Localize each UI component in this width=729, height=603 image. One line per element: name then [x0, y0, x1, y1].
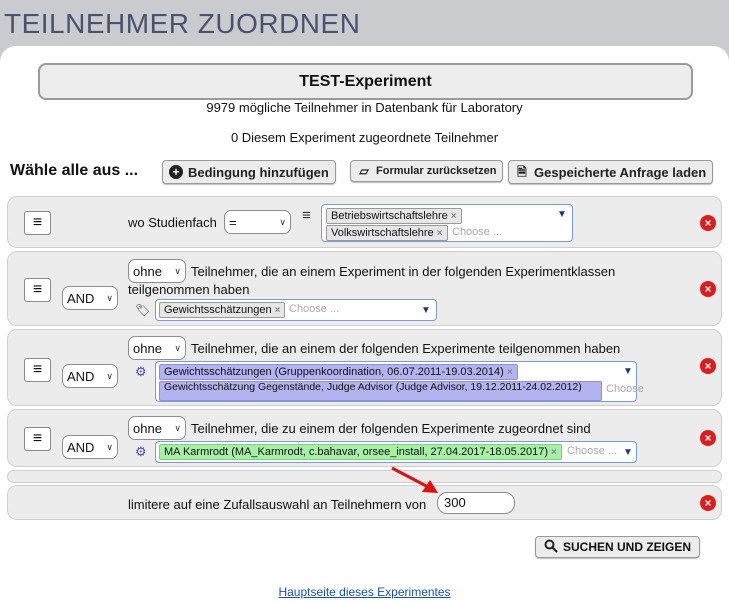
tag-label: Gewichtsschätzungen — [164, 304, 272, 316]
delete-condition-icon[interactable]: × — [700, 215, 716, 231]
dropdown-caret-icon[interactable]: ▼ — [623, 447, 633, 458]
tag-icon: 🏷 — [135, 303, 151, 317]
experiment-multiselect[interactable]: Gewichtsschätzungen (Gruppenkoordination… — [155, 361, 644, 402]
operator-value: = — [229, 214, 237, 230]
condition-row-studienfach: ≡ wo Studienfach = ∨ ≡ Betriebswirtschaf… — [7, 196, 722, 248]
empty-condition-row — [7, 470, 722, 483]
assigned-experiment-multiselect[interactable]: MA Karmrodt (MA_Karmrodt, c.bahavar, ors… — [155, 441, 637, 463]
choose-placeholder: Choose — [606, 383, 644, 395]
search-button-label: SUCHEN UND ZEIGEN — [563, 540, 692, 554]
add-condition-label: Bedingung hinzufügen — [188, 164, 329, 180]
load-query-label: Gespeicherte Anfrage laden — [534, 164, 707, 180]
logic-value: AND — [67, 290, 95, 306]
chevron-down-icon: ∨ — [174, 422, 181, 433]
delete-condition-icon[interactable]: × — [700, 281, 716, 297]
logic-select[interactable]: AND ∨ — [62, 286, 118, 310]
tag-item[interactable]: Gewichtsschätzungen × — [159, 302, 286, 318]
reset-form-button[interactable]: ▱ Formular zurücksetzen — [350, 160, 504, 182]
list-icon: ≡ — [302, 207, 311, 224]
modifier-value: ohne — [133, 420, 162, 436]
condition-prefix: wo Studienfach — [128, 215, 217, 230]
experimentclass-multiselect[interactable]: Gewichtsschätzungen × Choose ... ▼ — [155, 299, 437, 321]
tag-label: Gewichtsschätzungen (Gruppenkoordination… — [164, 366, 504, 378]
choose-placeholder: Choose ... — [567, 445, 618, 457]
tag-label: MA Karmrodt (MA_Karmrodt, c.bahavar, ors… — [164, 446, 548, 458]
chevron-down-icon: ∨ — [106, 441, 113, 452]
reset-form-label: Formular zurücksetzen — [376, 165, 497, 177]
chevron-down-icon: ∨ — [279, 216, 286, 227]
studienfach-multiselect[interactable]: Betriebswirtschaftslehre × Volkswirtschaf… — [321, 204, 573, 242]
delete-condition-icon[interactable]: × — [700, 495, 716, 511]
condition-text: Teilnehmer, die an einem der folgenden E… — [191, 341, 621, 356]
chevron-down-icon: ∨ — [106, 370, 113, 381]
logic-select[interactable]: AND ∨ — [62, 435, 118, 459]
search-icon — [544, 539, 558, 556]
gear-icon: ⚙ — [135, 364, 147, 379]
modifier-select[interactable]: ohne ∨ — [128, 416, 186, 440]
tag-item[interactable]: Betriebswirtschaftslehre × — [326, 208, 462, 224]
limit-label: limitere auf eine Zufallsauswahl an Teil… — [128, 497, 427, 512]
condition-row-experimentklassen: ≡ AND ∨ ohne ∨ Teilnehmer, die an einem … — [7, 251, 722, 326]
plus-icon: + — [169, 165, 183, 179]
tag-item[interactable]: MA Karmrodt (MA_Karmrodt, c.bahavar, ors… — [159, 444, 562, 460]
hamburger-icon[interactable]: ≡ — [24, 278, 51, 302]
condition-text: Teilnehmer, die an einem Experiment in d… — [128, 264, 616, 297]
delete-condition-icon[interactable]: × — [700, 430, 716, 446]
choose-placeholder: Choose ... — [289, 303, 340, 315]
condition-text: Teilnehmer, die zu einem der folgenden E… — [191, 421, 591, 436]
modifier-select[interactable]: ohne ∨ — [128, 336, 186, 360]
tag-remove-icon[interactable]: × — [507, 367, 513, 378]
limit-input[interactable]: 300 — [437, 492, 515, 514]
logic-select[interactable]: AND ∨ — [62, 364, 118, 388]
condition-row-experimente: ≡ AND ∨ ohne ∨ Teilnehmer, die an einem … — [7, 329, 722, 406]
hamburger-icon[interactable]: ≡ — [24, 358, 51, 382]
dropdown-caret-icon[interactable]: ▼ — [557, 209, 567, 220]
experiment-title: TEST-Experiment — [38, 63, 693, 100]
search-and-show-button[interactable]: SUCHEN UND ZEIGEN — [535, 536, 701, 558]
chevron-down-icon: ∨ — [174, 342, 181, 353]
eraser-icon: ▱ — [359, 164, 369, 178]
tag-remove-icon[interactable]: × — [451, 211, 457, 222]
hamburger-icon[interactable]: ≡ — [24, 427, 51, 451]
tag-item[interactable]: Gewichtsschätzungen (Gruppenkoordination… — [159, 364, 518, 380]
select-all-label: Wähle alle aus ... — [10, 162, 139, 179]
logic-value: AND — [67, 368, 95, 384]
logic-value: AND — [67, 439, 95, 455]
red-arrow-annotation — [391, 466, 438, 493]
assigned-participants-info: 0 Diesem Experiment zugeordnete Teilnehm… — [230, 130, 499, 145]
operator-select[interactable]: = ∨ — [224, 210, 291, 234]
hamburger-icon[interactable]: ≡ — [24, 211, 51, 235]
delete-condition-icon[interactable]: × — [700, 358, 716, 374]
choose-placeholder: Choose ... — [452, 226, 503, 238]
tag-remove-icon[interactable]: × — [551, 447, 557, 458]
possible-participants-info: 9979 mögliche Teilnehmer in Datenbank fü… — [206, 100, 523, 115]
tag-label: Betriebswirtschaftslehre — [331, 210, 448, 222]
modifier-value: ohne — [133, 340, 162, 356]
dropdown-caret-icon[interactable]: ▼ — [623, 366, 633, 377]
tag-item[interactable]: Volkswirtschaftslehre × — [326, 225, 448, 241]
load-query-button[interactable]: 🗎 Gespeicherte Anfrage laden — [508, 160, 714, 184]
add-condition-button[interactable]: + Bedingung hinzufügen — [162, 160, 336, 184]
tag-label: Volkswirtschaftslehre — [331, 227, 434, 239]
gear-icon: ⚙ — [135, 444, 147, 459]
tag-label: Gewichtsschätzung Gegenstände, Judge Adv… — [164, 381, 582, 393]
experiment-mainpage-link[interactable]: Hauptseite dieses Experimentes — [0, 585, 729, 599]
document-icon: 🗎 — [517, 165, 527, 179]
limit-row: limitere auf eine Zufallsauswahl an Teil… — [7, 485, 722, 520]
condition-row-zugeordnet: ≡ AND ∨ ohne ∨ Teilnehmer, die zu einem … — [7, 409, 722, 467]
dropdown-caret-icon[interactable]: ▼ — [421, 305, 431, 316]
tag-item[interactable]: Gewichtsschätzung Gegenstände, Judge Adv… — [159, 381, 602, 401]
chevron-down-icon: ∨ — [106, 292, 113, 303]
tag-remove-icon[interactable]: × — [275, 305, 281, 316]
page-title: TEILNEHMER ZUORDNEN — [4, 8, 361, 39]
tag-remove-icon[interactable]: × — [437, 228, 443, 239]
